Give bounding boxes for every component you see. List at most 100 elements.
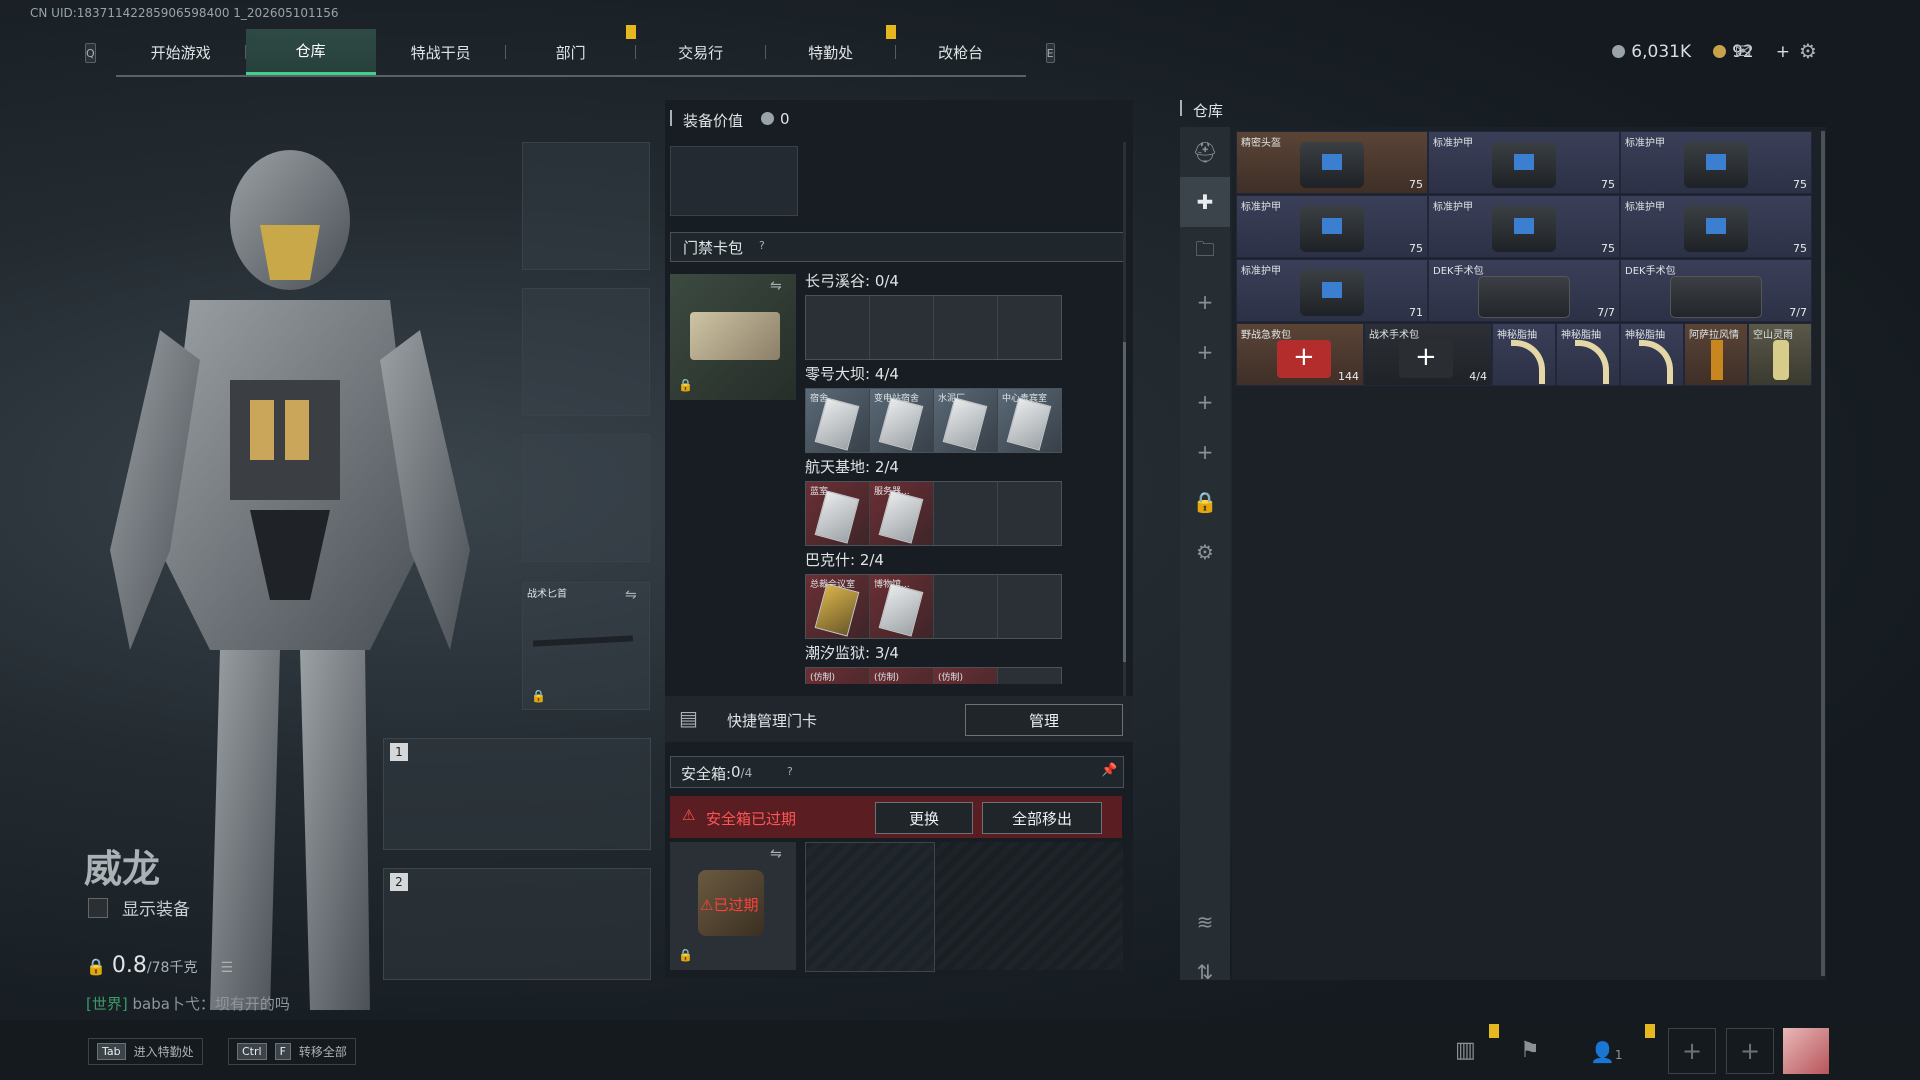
medical-filter-icon[interactable]: ✚ — [1180, 177, 1230, 227]
warehouse-item[interactable]: 标准护甲 75 — [1236, 195, 1428, 258]
layers-icon[interactable]: ≋ — [1180, 897, 1230, 947]
world-chat[interactable]: [世界] baba卜弋：坝有开的吗 — [86, 993, 290, 1014]
warehouse-item[interactable]: 神秘脂抽 — [1492, 323, 1556, 386]
warehouse-item[interactable]: 标准护甲 75 — [1428, 131, 1620, 194]
warehouse-item[interactable]: 标准护甲 75 — [1428, 195, 1620, 258]
safebox-slot[interactable] — [805, 842, 935, 972]
card-slot[interactable] — [934, 296, 998, 359]
stats-icon[interactable]: ▥ — [1455, 1038, 1476, 1063]
keycard[interactable]: 总裁会议室 — [806, 575, 870, 638]
warehouse-item[interactable]: 标准护甲 75 — [1620, 195, 1812, 258]
invite-slot-button[interactable]: + — [1668, 1028, 1716, 1074]
warehouse-item[interactable]: 空山灵雨 — [1748, 323, 1812, 386]
melee-slot[interactable]: 战术匕首 ⇋ 🔒 — [522, 582, 650, 710]
list-icon[interactable]: ☰ — [220, 960, 233, 976]
tab-gunsmith[interactable]: 改枪台 — [896, 29, 1026, 75]
add-tab-icon[interactable]: + — [1180, 427, 1230, 477]
pistol-slot[interactable] — [522, 434, 650, 562]
warehouse-scrollbar[interactable] — [1821, 131, 1825, 976]
card-slot[interactable] — [934, 575, 998, 638]
card-slot[interactable] — [806, 296, 870, 359]
team-icon[interactable]: 👤1 — [1590, 1040, 1623, 1064]
scrollbar[interactable] — [1123, 142, 1126, 702]
show-equipment-checkbox[interactable] — [88, 897, 108, 918]
warehouse-item[interactable]: 野战急救包 144 — [1236, 323, 1364, 386]
warehouse-item[interactable]: 精密头盔 75 — [1236, 131, 1428, 194]
sort-icon[interactable]: ⇅ — [1180, 947, 1230, 997]
card-slot[interactable] — [998, 296, 1061, 359]
keycard-wallet-item[interactable]: ⇋ 🔒 — [670, 274, 796, 400]
card-slot[interactable] — [998, 482, 1061, 545]
replace-button[interactable]: 更换 — [875, 802, 973, 834]
help-icon[interactable]: ? — [787, 765, 793, 778]
warehouse-item[interactable]: 标准护甲 71 — [1236, 259, 1428, 322]
swap-icon[interactable]: ⇋ — [770, 278, 782, 294]
keycard[interactable]: (仿制) — [806, 668, 870, 684]
keycard[interactable]: 蓝室... — [806, 482, 870, 545]
helmet-slot[interactable] — [522, 142, 650, 270]
card-slot[interactable] — [934, 482, 998, 545]
lock-icon[interactable]: 🔒 — [1180, 477, 1230, 527]
helmet-filter-icon[interactable]: ⛑ — [1180, 127, 1230, 177]
add-tab-icon[interactable]: + — [1180, 377, 1230, 427]
armor-slot[interactable] — [522, 288, 650, 416]
backpack-slot[interactable] — [670, 146, 798, 216]
keycard[interactable]: (仿制) — [934, 668, 998, 684]
help-icon[interactable]: ? — [759, 239, 765, 252]
keycard[interactable]: 水泥厂 — [934, 389, 998, 452]
keycard[interactable]: 博物馆... — [870, 575, 934, 638]
hint-label: 进入特勤处 — [133, 1045, 194, 1059]
manage-button[interactable]: 管理 — [965, 704, 1123, 736]
hint-enter-special-ops[interactable]: Tab 进入特勤处 — [88, 1038, 203, 1065]
keycard-icon — [1006, 397, 1052, 451]
tab-start-game[interactable]: 开始游戏 — [116, 29, 246, 75]
item-name: 标准护甲 — [1241, 266, 1281, 277]
map-name: 巴克什: 2/4 — [805, 551, 884, 569]
tab-trading[interactable]: 交易行 — [636, 29, 766, 75]
card-slot[interactable] — [998, 668, 1061, 684]
notification-badge — [885, 25, 896, 39]
warehouse-item[interactable]: 神秘脂抽 — [1620, 323, 1684, 386]
item-name: 神秘脂抽 — [1625, 330, 1665, 341]
invite-slot-button[interactable]: + — [1726, 1028, 1774, 1074]
pin-icon[interactable]: 📌 — [1101, 763, 1117, 778]
keycard[interactable]: 变电站宿舍 — [870, 389, 934, 452]
card-slot[interactable] — [998, 575, 1061, 638]
warehouse-item[interactable]: 标准护甲 75 — [1620, 131, 1812, 194]
tab-department[interactable]: 部门 — [506, 25, 636, 75]
keycard[interactable]: 中心贵宾室 — [998, 389, 1061, 452]
warehouse-item[interactable]: DEK手术包 7/7 — [1428, 259, 1620, 322]
nav-right-key[interactable]: E — [1045, 43, 1055, 63]
mail-icon[interactable]: ✉ — [1730, 39, 1756, 63]
safebox-item[interactable]: ⚠已过期 ⇋ 🔒 — [670, 842, 796, 970]
keycard[interactable]: (仿制) — [870, 668, 934, 684]
flag-icon[interactable]: ⚑ — [1520, 1038, 1540, 1063]
keycard[interactable]: 宿舍... — [806, 389, 870, 452]
keycard[interactable]: 服务器... — [870, 482, 934, 545]
warehouse-item[interactable]: 战术手术包 4/4 — [1364, 323, 1492, 386]
tab-warehouse[interactable]: 仓库 — [245, 29, 376, 75]
show-equipment-toggle[interactable]: 显示装备 — [88, 895, 190, 920]
avatar[interactable] — [1783, 1028, 1829, 1074]
warehouse-item[interactable]: 神秘脂抽 — [1556, 323, 1620, 386]
warehouse-item[interactable]: DEK手术包 7/7 — [1620, 259, 1812, 322]
warehouse-item[interactable]: 阿萨拉风情 — [1684, 323, 1748, 386]
gear-icon[interactable]: ⚙ — [1180, 527, 1230, 577]
tab-special-ops[interactable]: 特勤处 — [766, 25, 896, 75]
nav-left-key[interactable]: Q — [85, 43, 96, 63]
primary-weapon-slot[interactable]: 1 — [383, 738, 651, 850]
swap-icon[interactable]: ⇋ — [625, 587, 637, 603]
card-slot[interactable] — [870, 296, 934, 359]
add-currency-button[interactable]: + — [1776, 42, 1790, 62]
hint-transfer-all[interactable]: Ctrl F 转移全部 — [228, 1038, 356, 1065]
equip-value-number: 0 — [780, 110, 790, 128]
gear-icon[interactable]: ⚙ — [1795, 39, 1821, 63]
team-count: 1 — [1614, 1048, 1623, 1062]
swap-icon[interactable]: ⇋ — [770, 846, 782, 862]
secondary-weapon-slot[interactable]: 2 — [383, 868, 651, 980]
add-tab-icon[interactable]: + — [1180, 327, 1230, 377]
folder-filter-icon[interactable]: 🗀 — [1180, 227, 1230, 277]
add-tab-icon[interactable]: + — [1180, 277, 1230, 327]
remove-all-button[interactable]: 全部移出 — [982, 802, 1102, 834]
tab-operators[interactable]: 特战干员 — [376, 29, 506, 75]
